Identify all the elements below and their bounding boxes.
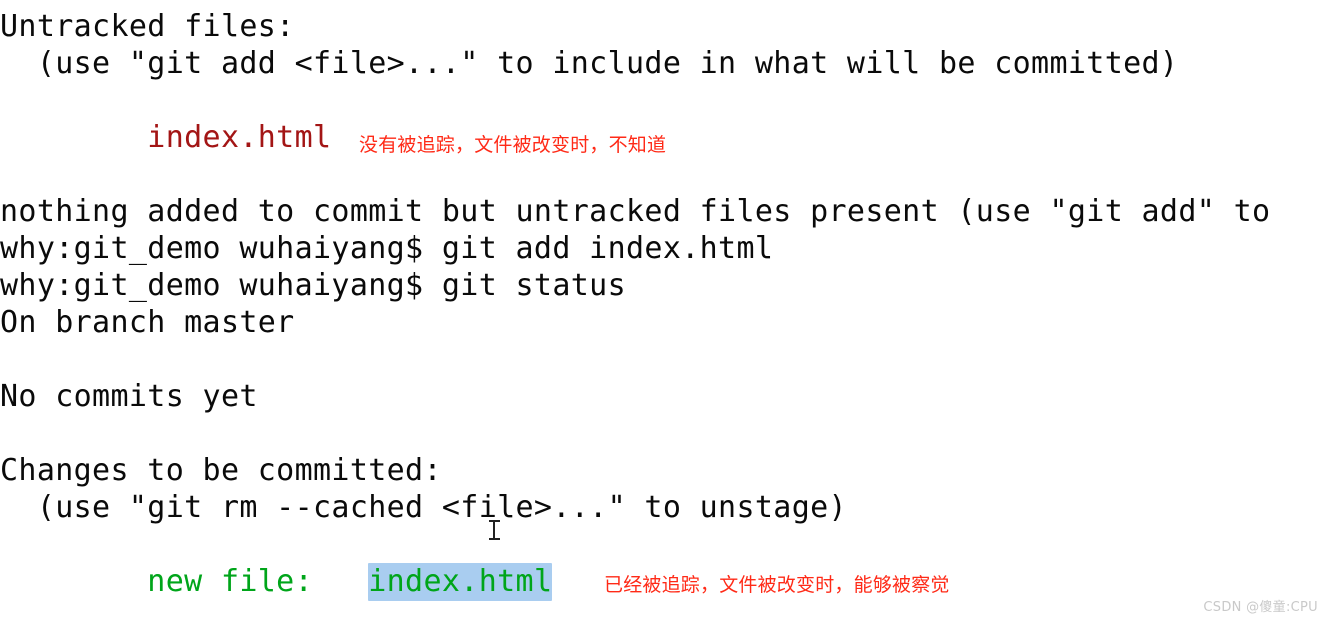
terminal-line: (use "git rm --cached <file>..." to unst… [0,490,847,525]
terminal-line-staged-file: new file: index.html [0,563,553,601]
terminal-line: Untracked files: [0,9,295,44]
selected-filename-highlight[interactable]: index.html [368,563,553,601]
terminal-line: Changes to be committed: [0,453,442,488]
terminal-line-prompt: why:git_demo wuhaiyang$ git add index.ht… [0,231,774,266]
terminal-line: No commits yet [0,379,258,414]
caret-bottom-serif [489,538,500,540]
csdn-watermark: CSDN @傻童:CPU [1203,600,1318,615]
terminal-window[interactable]: Untracked files: (use "git add <file>...… [0,0,1326,618]
terminal-line: On branch master [0,305,295,340]
terminal-line: nothing added to commit but untracked fi… [0,194,1271,229]
annotation-tracked: 已经被追踪，文件被改变时，能够被察觉 [604,574,950,596]
staged-file-prefix: new file: [0,564,369,599]
terminal-line-untracked-file: index.html [0,120,332,155]
terminal-line: (use "git add <file>..." to include in w… [0,46,1179,81]
terminal-line-prompt: why:git_demo wuhaiyang$ git status [0,268,626,303]
annotation-untracked: 没有被追踪，文件被改变时，不知道 [359,134,667,156]
